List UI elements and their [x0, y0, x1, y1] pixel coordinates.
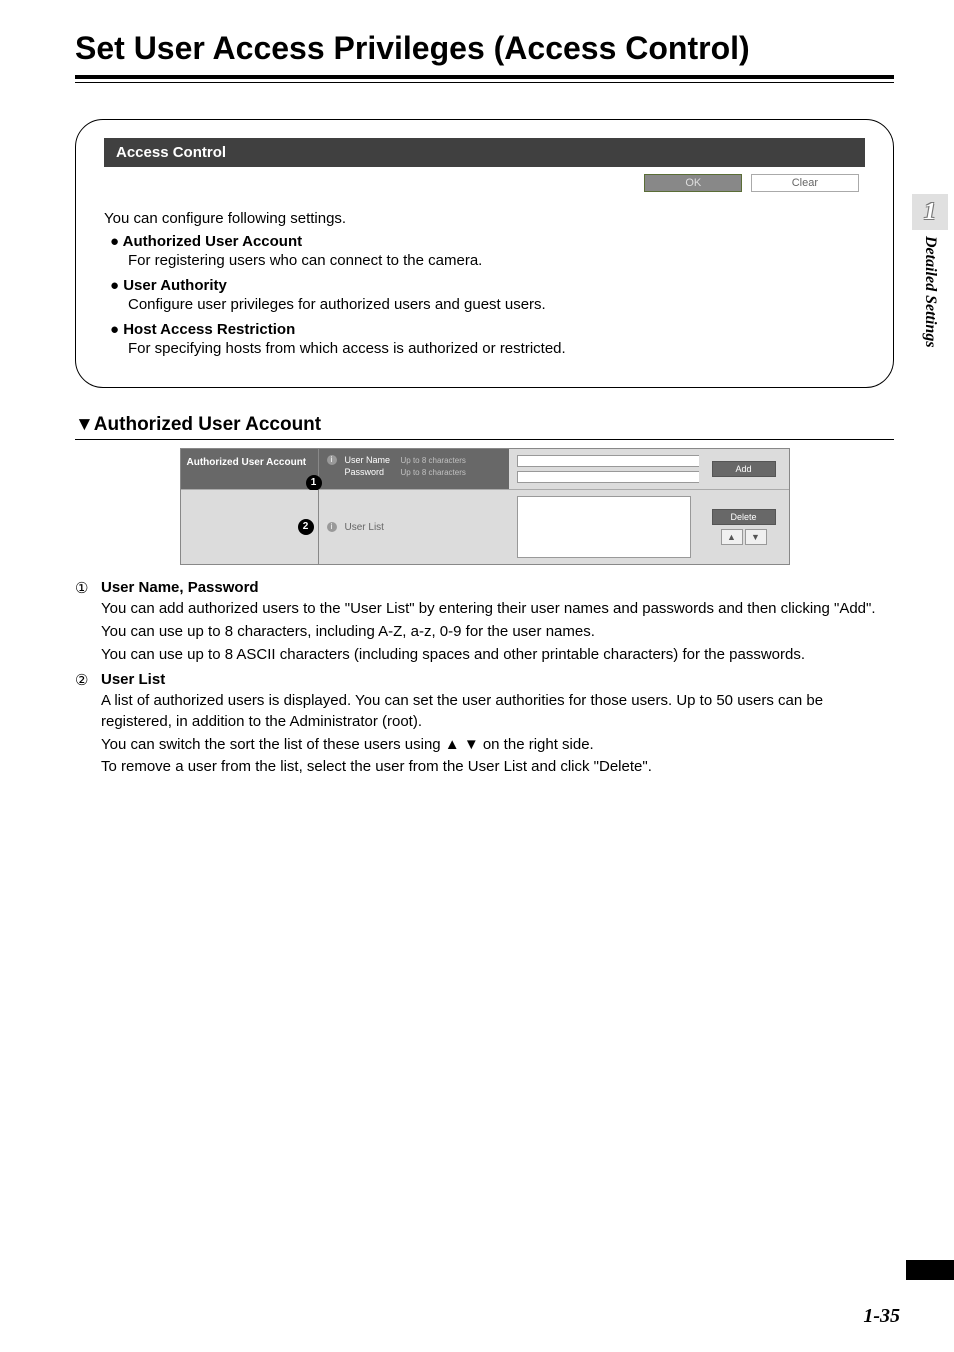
chapter-title: Detailed Settings: [921, 236, 939, 348]
callout-badge-1: 1: [306, 475, 322, 491]
access-control-header: Access Control: [104, 138, 865, 167]
item-paragraph: A list of authorized users is displayed.…: [101, 691, 894, 732]
delete-button[interactable]: Delete: [712, 509, 776, 525]
auth-user-account-label: Authorized User Account 1: [181, 449, 319, 489]
side-tab: 1 Detailed Settings: [906, 194, 954, 348]
item-paragraph: To remove a user from the list, select t…: [101, 757, 894, 778]
info-icon: i: [327, 455, 337, 465]
add-button[interactable]: Add: [712, 461, 776, 477]
description-list: ① User Name, Password You can add author…: [75, 579, 894, 778]
sort-up-button[interactable]: ▲: [721, 529, 743, 545]
item-title: User Name, Password: [101, 579, 259, 597]
userlist-label: User List: [345, 522, 384, 533]
auth-user-account-screenshot: Authorized User Account 1 i User Name Up…: [180, 448, 790, 565]
title-underline: [75, 75, 894, 83]
bullet-head: ● Host Access Restriction: [110, 321, 865, 338]
bullet-head: ● Authorized User Account: [110, 233, 865, 250]
item-paragraph: You can add authorized users to the "Use…: [101, 599, 894, 620]
chapter-number-box: 1: [912, 194, 948, 230]
item-paragraph: You can switch the sort the list of thes…: [101, 735, 894, 756]
intro-text: You can configure following settings.: [104, 210, 865, 227]
password-hint: Up to 8 characters: [401, 468, 466, 477]
item-title: User List: [101, 671, 165, 689]
info-icon: i: [327, 522, 337, 532]
overview-box: Access Control OK Clear You can configur…: [75, 119, 894, 388]
item-number: ②: [75, 671, 95, 689]
password-input[interactable]: [517, 471, 705, 483]
page-number: 1-35: [863, 1305, 900, 1328]
button-row: OK Clear: [104, 170, 865, 196]
clear-button[interactable]: Clear: [751, 174, 859, 192]
username-label: User Name: [345, 455, 397, 465]
bullet-head: ● User Authority: [110, 277, 865, 294]
bullet-desc: For specifying hosts from which access i…: [128, 340, 865, 357]
item-number: ①: [75, 579, 95, 597]
chapter-number: 1: [924, 199, 936, 226]
left-label-text: Authorized User Account: [187, 457, 307, 468]
auth-section-heading: ▼Authorized User Account: [75, 414, 894, 440]
user-list-box[interactable]: [517, 496, 691, 558]
page-title: Set User Access Privileges (Access Contr…: [75, 30, 894, 67]
sort-down-button[interactable]: ▼: [745, 529, 767, 545]
bullet-desc: Configure user privileges for authorized…: [128, 296, 865, 313]
username-input[interactable]: [517, 455, 705, 467]
password-label: Password: [345, 467, 397, 477]
callout-badge-2: 2: [298, 519, 314, 535]
username-hint: Up to 8 characters: [401, 456, 466, 465]
item-paragraph: You can use up to 8 characters, includin…: [101, 622, 894, 643]
ok-button[interactable]: OK: [644, 174, 742, 192]
item-paragraph: You can use up to 8 ASCII characters (in…: [101, 645, 894, 666]
bullet-desc: For registering users who can connect to…: [128, 252, 865, 269]
page-content: Set User Access Privileges (Access Contr…: [0, 0, 954, 1352]
black-side-tab: [906, 1260, 954, 1280]
bullet-list: ● Authorized User Account For registerin…: [110, 233, 865, 357]
